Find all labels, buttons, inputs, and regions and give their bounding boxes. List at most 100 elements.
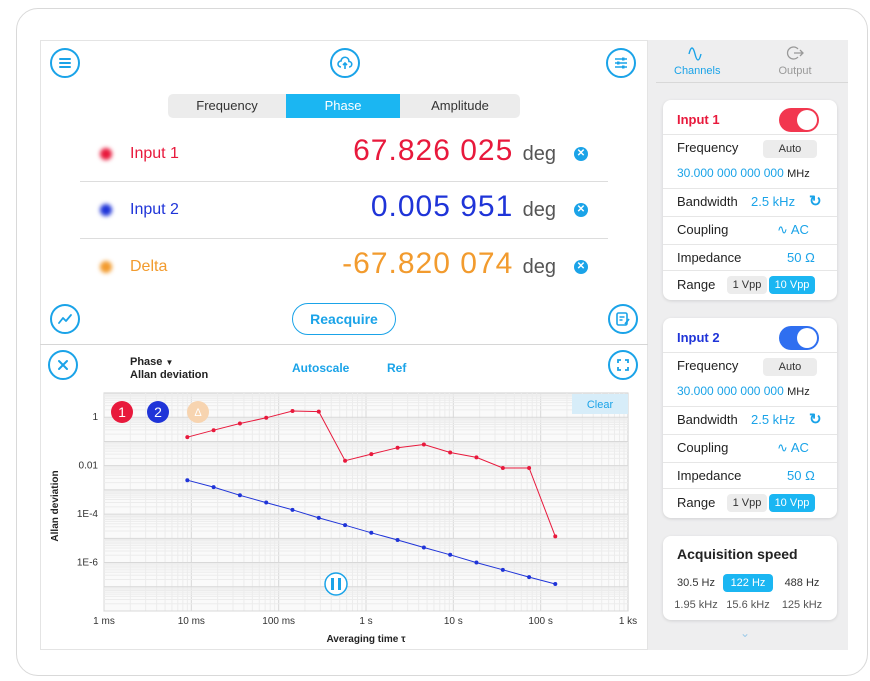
x-tick-label: 100 s xyxy=(528,616,552,627)
data-point xyxy=(553,534,558,539)
x-tick-label: 1 ms xyxy=(93,616,115,627)
data-point xyxy=(316,515,321,520)
y-tick-label: 0.01 xyxy=(79,461,99,472)
impedance-value[interactable]: 50 Ω xyxy=(787,250,815,265)
app-frame: Frequency Phase Amplitude Input 1 67.826… xyxy=(0,0,870,681)
segment-phase[interactable]: Phase xyxy=(286,94,400,118)
reading-value-container: -67.820 074 deg xyxy=(342,247,556,281)
frequency-auto-button[interactable]: Auto xyxy=(763,358,817,376)
frequency-unit: MHz xyxy=(787,168,810,180)
close-icon[interactable]: ✕ xyxy=(574,147,588,161)
range-10vpp[interactable]: 10 Vpp xyxy=(769,494,815,512)
impedance-label: Impedance xyxy=(677,250,742,265)
settings-sliders-icon[interactable] xyxy=(606,48,636,78)
frequency-value-row[interactable]: 30.000 000 000 000 MHz xyxy=(677,166,810,180)
coupling-control[interactable]: ∿ AC xyxy=(777,222,809,238)
tab-output[interactable]: Output xyxy=(772,44,818,77)
segment-frequency[interactable]: Frequency xyxy=(168,94,286,118)
data-point xyxy=(448,552,453,557)
reading-value: -67.820 074 xyxy=(342,247,514,280)
data-point xyxy=(237,493,242,498)
range-label: Range xyxy=(677,495,716,510)
card-title: Input 1 xyxy=(677,112,720,127)
acquisition-speed-card: Acquisition speed 30.5 Hz 122 Hz 488 Hz … xyxy=(663,536,837,620)
x-tick-label: 100 ms xyxy=(262,616,295,627)
refresh-icon[interactable]: ↻ xyxy=(809,410,822,428)
data-point xyxy=(527,466,532,471)
bandwidth-value[interactable]: 2.5 kHz xyxy=(751,412,795,427)
plot-type-selector[interactable]: Phase ▼ xyxy=(130,356,173,368)
reading-value-container: 0.005 951 deg xyxy=(371,190,556,224)
badge-input2-label: 2 xyxy=(154,404,162,420)
data-point xyxy=(448,450,453,455)
frequency-value-row[interactable]: 30.000 000 000 000 MHz xyxy=(677,384,810,398)
cloud-upload-icon[interactable] xyxy=(330,48,360,78)
clear-button[interactable]: Clear xyxy=(587,399,614,411)
reading-row-delta: Delta -67.820 074 deg ✕ xyxy=(80,239,608,295)
x-tick-label: 1 ks xyxy=(619,616,637,627)
data-point xyxy=(211,428,216,433)
input1-toggle[interactable] xyxy=(779,108,819,132)
autoscale-button[interactable]: Autoscale xyxy=(292,361,349,375)
data-point xyxy=(474,560,479,565)
range-1vpp[interactable]: 1 Vpp xyxy=(727,494,767,512)
delta-color-dot xyxy=(100,261,112,273)
speed-option[interactable]: 488 Hz xyxy=(775,574,829,592)
edit-note-icon[interactable] xyxy=(608,304,638,334)
speed-option[interactable]: 30.5 Hz xyxy=(671,574,721,592)
input2-toggle[interactable] xyxy=(779,326,819,350)
pause-button[interactable] xyxy=(324,572,348,596)
speed-option[interactable]: 125 kHz xyxy=(775,596,829,614)
close-icon[interactable]: ✕ xyxy=(574,260,588,274)
close-icon[interactable]: ✕ xyxy=(574,203,588,217)
range-1vpp[interactable]: 1 Vpp xyxy=(727,276,767,294)
card-title: Input 2 xyxy=(677,330,720,345)
coupling-control[interactable]: ∿ AC xyxy=(777,440,809,456)
frequency-auto-button[interactable]: Auto xyxy=(763,140,817,158)
tab-channels[interactable]: Channels xyxy=(674,44,720,77)
x-tick-label: 10 ms xyxy=(178,616,205,627)
data-point xyxy=(369,530,374,535)
x-tick-label: 1 s xyxy=(359,616,372,627)
data-point xyxy=(369,452,374,457)
segment-amplitude[interactable]: Amplitude xyxy=(400,94,520,118)
data-point xyxy=(553,582,558,587)
data-point xyxy=(474,455,479,460)
impedance-value[interactable]: 50 Ω xyxy=(787,468,815,483)
expand-chevron-icon[interactable]: ⌄ xyxy=(740,626,750,640)
data-point xyxy=(500,567,505,572)
bandwidth-label: Bandwidth xyxy=(677,412,738,427)
fullscreen-icon[interactable] xyxy=(608,350,638,380)
x-tick-label: 10 s xyxy=(444,616,463,627)
data-point xyxy=(290,409,295,414)
trend-chart-icon[interactable] xyxy=(50,304,80,334)
data-point xyxy=(395,445,400,450)
ac-wave-icon: ∿ xyxy=(777,440,788,455)
data-point xyxy=(316,409,321,414)
y-tick-label: 1E-4 xyxy=(77,509,99,520)
data-point xyxy=(211,485,216,490)
speed-option[interactable]: 1.95 kHz xyxy=(671,596,721,614)
range-10vpp[interactable]: 10 Vpp xyxy=(769,276,815,294)
data-point xyxy=(395,538,400,543)
x-axis-label: Averaging time τ xyxy=(326,634,406,645)
tab-channels-label: Channels xyxy=(674,65,721,77)
reacquire-button[interactable]: Reacquire xyxy=(292,303,396,335)
output-arrow-icon xyxy=(786,46,804,60)
plot-selector-line1: Phase xyxy=(130,356,163,368)
reading-unit: deg xyxy=(522,143,556,165)
close-plot-icon[interactable] xyxy=(48,350,78,380)
speed-option[interactable]: 15.6 kHz xyxy=(723,596,773,614)
speed-option-selected[interactable]: 122 Hz xyxy=(723,574,773,592)
input1-card: Input 1 Frequency Auto 30.000 000 000 00… xyxy=(663,100,837,300)
tab-output-label: Output xyxy=(778,65,812,77)
data-point xyxy=(185,435,190,440)
ref-button[interactable]: Ref xyxy=(387,361,406,375)
input2-card: Input 2 Frequency Auto 30.000 000 000 00… xyxy=(663,318,837,518)
reading-unit: deg xyxy=(522,256,556,278)
bandwidth-value[interactable]: 2.5 kHz xyxy=(751,194,795,209)
pause-icon xyxy=(331,578,334,590)
refresh-icon[interactable]: ↻ xyxy=(809,192,822,210)
tab-divider xyxy=(656,82,848,83)
menu-icon[interactable] xyxy=(50,48,80,78)
